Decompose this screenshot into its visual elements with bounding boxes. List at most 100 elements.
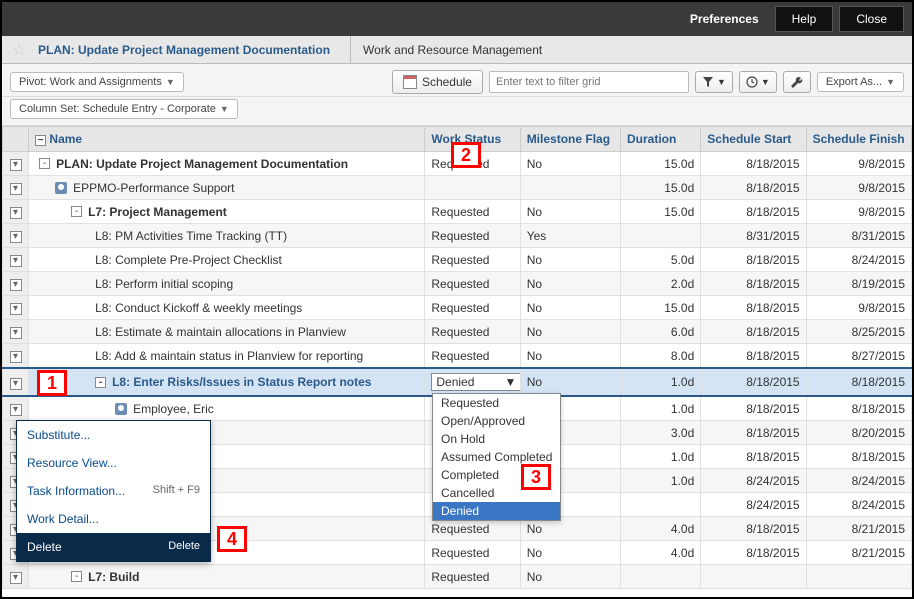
- schedule-button[interactable]: Schedule: [392, 70, 483, 94]
- row-menu-toggle[interactable]: ▾: [3, 224, 29, 248]
- row-menu-toggle[interactable]: ▾: [3, 176, 29, 200]
- work-status-cell[interactable]: [425, 176, 520, 200]
- history-button[interactable]: ▼: [739, 71, 777, 93]
- export-button[interactable]: Export As...▼: [817, 72, 904, 92]
- row-menu-toggle[interactable]: ▾: [3, 320, 29, 344]
- finish-cell: 9/8/2015: [806, 176, 911, 200]
- header-row: ☆ PLAN: Update Project Management Docume…: [2, 36, 912, 64]
- start-cell: 8/18/2015: [701, 344, 806, 369]
- row-menu-toggle[interactable]: ▾: [3, 296, 29, 320]
- help-button[interactable]: Help: [775, 6, 834, 32]
- work-status-cell[interactable]: Requested: [425, 565, 520, 589]
- table-row[interactable]: ▾L8: Estimate & maintain allocations in …: [3, 320, 912, 344]
- work-status-cell[interactable]: Requested: [425, 224, 520, 248]
- menu-shortcut: Shift + F9: [153, 484, 200, 498]
- status-option[interactable]: Requested: [433, 394, 560, 412]
- work-status-cell[interactable]: Requested: [425, 541, 520, 565]
- context-menu-item[interactable]: Work Detail...: [17, 505, 210, 533]
- name-cell[interactable]: EPPMO-Performance Support: [29, 176, 425, 200]
- row-name-label: L8: Enter Risks/Issues in Status Report …: [112, 375, 371, 389]
- col-name[interactable]: − Name: [29, 127, 425, 152]
- column-set-selector[interactable]: Column Set: Schedule Entry - Corporate▼: [10, 99, 238, 119]
- start-cell: 8/18/2015: [701, 368, 806, 396]
- table-row[interactable]: ▾L8: Add & maintain status in Planview f…: [3, 344, 912, 369]
- work-status-cell[interactable]: Requested: [425, 344, 520, 369]
- row-menu-toggle[interactable]: ▾: [3, 396, 29, 421]
- name-cell[interactable]: -L7: Build: [29, 565, 425, 589]
- duration-cell: [621, 565, 701, 589]
- row-context-menu[interactable]: Substitute... Resource View... Task Inform…: [16, 420, 211, 562]
- finish-cell: 8/24/2015: [806, 493, 911, 517]
- name-cell[interactable]: -L7: Project Management: [29, 200, 425, 224]
- status-option[interactable]: On Hold: [433, 430, 560, 448]
- preferences-link[interactable]: Preferences: [680, 12, 769, 26]
- row-menu-toggle[interactable]: ▾: [3, 152, 29, 176]
- col-duration[interactable]: Duration: [621, 127, 701, 152]
- filter-button[interactable]: ▼: [695, 71, 733, 93]
- work-status-cell[interactable]: Requested: [425, 272, 520, 296]
- work-status-cell[interactable]: Requested: [425, 200, 520, 224]
- context-menu-item[interactable]: Substitute...: [17, 421, 210, 449]
- row-name-label: L8: Complete Pre-Project Checklist: [95, 253, 282, 267]
- name-cell[interactable]: -PLAN: Update Project Management Documen…: [29, 152, 425, 176]
- row-menu-toggle[interactable]: ▾: [3, 248, 29, 272]
- name-cell[interactable]: L8: Perform initial scoping: [29, 272, 425, 296]
- work-status-dropdown[interactable]: RequestedOpen/ApprovedOn HoldAssumed Com…: [432, 393, 561, 521]
- work-status-cell[interactable]: Requested: [425, 296, 520, 320]
- row-menu-header: [3, 127, 29, 152]
- start-cell: 8/18/2015: [701, 517, 806, 541]
- filter-input[interactable]: [489, 71, 689, 93]
- name-cell[interactable]: L8: Conduct Kickoff & weekly meetings: [29, 296, 425, 320]
- start-cell: [701, 565, 806, 589]
- table-row[interactable]: ▾L8: Conduct Kickoff & weekly meetingsRe…: [3, 296, 912, 320]
- table-row[interactable]: ▾-L7: Project ManagementRequestedNo15.0d…: [3, 200, 912, 224]
- table-row[interactable]: ▾EPPMO-Performance Support15.0d8/18/2015…: [3, 176, 912, 200]
- table-row[interactable]: ▾L8: Perform initial scopingRequestedNo2…: [3, 272, 912, 296]
- person-icon: [55, 182, 67, 194]
- row-menu-toggle[interactable]: ▾: [3, 368, 29, 396]
- menu-label: Resource View...: [27, 456, 117, 470]
- table-row[interactable]: ▾-L7: BuildRequestedNo: [3, 565, 912, 589]
- name-cell[interactable]: L8: Complete Pre-Project Checklist: [29, 248, 425, 272]
- tree-toggle-icon[interactable]: -: [71, 571, 82, 582]
- name-cell[interactable]: Employee, Eric: [29, 396, 425, 421]
- col-schedule-start[interactable]: Schedule Start: [701, 127, 806, 152]
- context-menu-item[interactable]: DeleteDelete: [17, 533, 210, 561]
- name-cell[interactable]: -L8: Enter Risks/Issues in Status Report…: [29, 368, 425, 396]
- work-status-cell[interactable]: Requested: [425, 320, 520, 344]
- status-option[interactable]: Open/Approved: [433, 412, 560, 430]
- pivot-selector[interactable]: Pivot: Work and Assignments▼: [10, 72, 184, 92]
- work-status-cell[interactable]: Requested: [425, 248, 520, 272]
- col-schedule-finish[interactable]: Schedule Finish: [806, 127, 911, 152]
- context-menu-item[interactable]: Resource View...: [17, 449, 210, 477]
- name-cell[interactable]: L8: PM Activities Time Tracking (TT): [29, 224, 425, 248]
- row-menu-toggle[interactable]: ▾: [3, 200, 29, 224]
- menu-label: Work Detail...: [27, 512, 99, 526]
- col-milestone[interactable]: Milestone Flag: [520, 127, 620, 152]
- name-cell[interactable]: L8: Estimate & maintain allocations in P…: [29, 320, 425, 344]
- favorite-star-icon[interactable]: ☆: [12, 40, 32, 60]
- row-menu-toggle[interactable]: ▾: [3, 565, 29, 589]
- tree-toggle-icon[interactable]: -: [71, 206, 82, 217]
- work-status-select[interactable]: Denied▼: [431, 373, 520, 391]
- name-cell[interactable]: L8: Add & maintain status in Planview fo…: [29, 344, 425, 369]
- context-menu-item[interactable]: Task Information...Shift + F9: [17, 477, 210, 505]
- finish-cell: 8/18/2015: [806, 445, 911, 469]
- table-row[interactable]: ▾L8: PM Activities Time Tracking (TT)Req…: [3, 224, 912, 248]
- milestone-cell: No: [520, 541, 620, 565]
- start-cell: 8/18/2015: [701, 541, 806, 565]
- close-button[interactable]: Close: [839, 6, 904, 32]
- collapse-all-icon[interactable]: −: [35, 135, 46, 146]
- row-menu-toggle[interactable]: ▾: [3, 272, 29, 296]
- tree-toggle-icon[interactable]: -: [39, 158, 50, 169]
- status-option[interactable]: Denied: [433, 502, 560, 520]
- row-menu-toggle[interactable]: ▾: [3, 344, 29, 369]
- table-row[interactable]: ▾ L8: Complete Pre-Project Checklist Reque…: [3, 248, 912, 272]
- settings-button[interactable]: [783, 71, 811, 93]
- duration-cell: 15.0d: [621, 176, 701, 200]
- tree-toggle-icon[interactable]: -: [95, 377, 106, 388]
- duration-cell: [621, 224, 701, 248]
- work-status-cell[interactable]: Denied▼: [425, 368, 520, 396]
- table-row[interactable]: ▾-L8: Enter Risks/Issues in Status Repor…: [3, 368, 912, 396]
- row-name-label: PLAN: Update Project Management Document…: [56, 157, 348, 171]
